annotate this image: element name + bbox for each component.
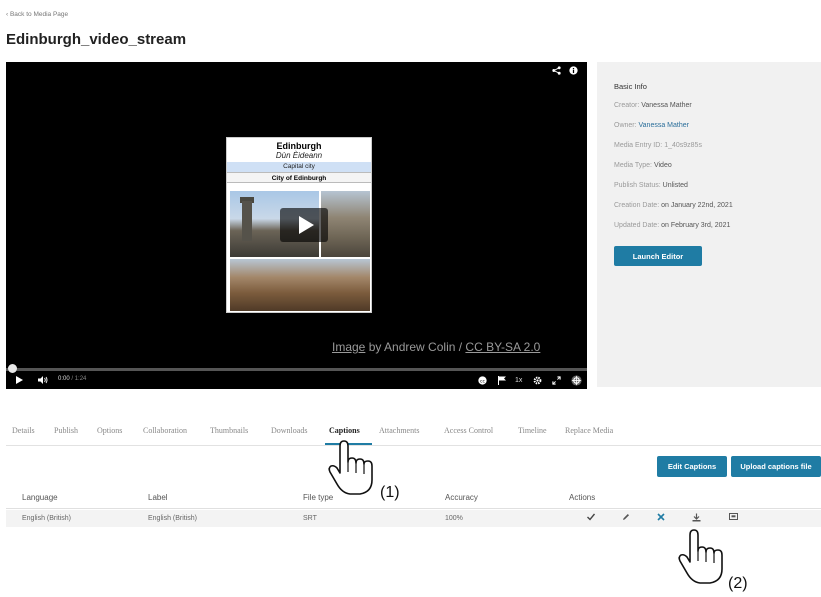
photo-old-town [230, 259, 370, 311]
attribution-text: by Andrew Colin / [365, 340, 466, 354]
owner-row: Owner: Vanessa Mather [614, 122, 689, 129]
svg-text:cc: cc [480, 379, 485, 384]
card-subtitle: Dùn Èideann [275, 151, 323, 160]
annotation-callout-2: (2) [728, 575, 748, 592]
speed-button[interactable]: 1x [515, 376, 522, 386]
kaltura-logo-icon [571, 375, 582, 389]
play-icon[interactable] [16, 376, 23, 387]
back-to-media-link[interactable]: ‹ Back to Media Page [6, 11, 68, 18]
media-type-row: Media Type: Video [614, 162, 672, 169]
settings-icon[interactable] [533, 376, 542, 388]
annotation-callout-1: (1) [380, 484, 400, 501]
image-attribution: Image by Andrew Colin / CC BY-SA 2.0 [332, 340, 540, 354]
play-icon [298, 216, 314, 234]
monument-column [242, 201, 252, 241]
download-icon[interactable] [692, 513, 701, 524]
entry-id-row: Media Entry ID: 1_40s9z85s [614, 142, 702, 149]
photo-old-college [321, 191, 370, 257]
creator-row: Creator: Vanessa Mather [614, 102, 692, 109]
attribution-image-link[interactable]: Image [332, 340, 365, 354]
approve-check-icon[interactable] [587, 513, 596, 523]
entry-id-value: 1_40s9z85s [664, 142, 702, 149]
owner-label: Owner: [614, 122, 639, 129]
tab-thumbnails[interactable]: Thumbnails [210, 426, 248, 435]
page-title: Edinburgh_video_stream [6, 31, 187, 48]
tab-captions[interactable]: Captions [329, 426, 360, 435]
time-total: / 1:24 [69, 376, 87, 382]
tab-details[interactable]: Details [12, 426, 35, 435]
updated-date-row: Updated Date: on February 3rd, 2021 [614, 222, 730, 229]
table-header-divider [6, 508, 821, 509]
tab-attachments[interactable]: Attachments [379, 426, 419, 435]
card-title: Edinburgh [276, 141, 322, 151]
share-icon[interactable] [552, 66, 561, 77]
card-caption: Capital city [227, 162, 371, 172]
publish-status-label: Publish Status: [614, 182, 663, 189]
launch-editor-button[interactable]: Launch Editor [614, 246, 702, 266]
creator-value: Vanessa Mather [641, 102, 692, 109]
cell-file-type: SRT [303, 515, 317, 522]
preview-icon[interactable] [729, 513, 738, 523]
cell-language: English (British) [22, 515, 72, 522]
media-type-value: Video [653, 162, 672, 169]
updated-date-label: Updated Date: [614, 222, 662, 229]
edit-captions-button[interactable]: Edit Captions [657, 456, 727, 477]
column-header-language: Language [22, 493, 58, 502]
upload-captions-button[interactable]: Upload captions file [731, 456, 821, 477]
tab-publish[interactable]: Publish [54, 426, 78, 435]
player-top-icons [552, 66, 578, 77]
volume-icon[interactable] [38, 376, 48, 387]
attribution-license-link[interactable]: CC BY-SA 2.0 [465, 340, 540, 354]
pointing-hand-icon [328, 440, 373, 495]
tab-collaboration[interactable]: Collaboration [143, 426, 187, 435]
player-controls: 0:00 / 1:24 cc 1x [6, 375, 587, 389]
column-header-accuracy: Accuracy [445, 493, 478, 502]
media-page: ‹ Back to Media Page Edinburgh_video_str… [0, 0, 821, 597]
cell-label: English (British) [148, 515, 198, 522]
basic-info-panel: Basic Info Creator: Vanessa Mather Owner… [597, 62, 821, 387]
tab-replace-media[interactable]: Replace Media [565, 426, 613, 435]
basic-info-heading: Basic Info [614, 82, 647, 91]
owner-link[interactable]: Vanessa Mather [639, 122, 689, 129]
edinburgh-infobox-image: Edinburgh Dùn Èideann Capital city City … [226, 137, 372, 313]
creation-date-row: Creation Date: on January 22nd, 2021 [614, 202, 733, 209]
column-header-label: Label [148, 493, 168, 502]
delete-x-icon[interactable] [657, 513, 665, 523]
tab-options[interactable]: Options [97, 426, 122, 435]
captions-icon[interactable]: cc [478, 376, 487, 388]
publish-status-value: Unlisted [662, 182, 688, 189]
tab-timeline[interactable]: Timeline [518, 426, 547, 435]
column-header-actions: Actions [569, 493, 596, 502]
tabs-divider [6, 445, 821, 446]
updated-date-value: on February 3rd, 2021 [661, 222, 731, 229]
progress-knob[interactable] [8, 364, 17, 373]
media-type-label: Media Type: [614, 162, 654, 169]
time-current: 0:00 [58, 376, 70, 382]
pointing-hand-icon [678, 529, 723, 584]
publish-status-row: Publish Status: Unlisted [614, 182, 688, 189]
progress-bar[interactable] [6, 368, 587, 371]
big-play-button[interactable] [280, 208, 328, 242]
fullscreen-icon[interactable] [552, 376, 561, 388]
flag-icon[interactable] [498, 376, 506, 388]
entry-id-label: Media Entry ID: [614, 142, 665, 149]
time-display: 0:00 / 1:24 [58, 376, 86, 382]
edit-pencil-icon[interactable] [622, 513, 630, 523]
creation-date-label: Creation Date: [614, 202, 662, 209]
tab-downloads[interactable]: Downloads [271, 426, 307, 435]
cell-accuracy: 100% [445, 515, 463, 522]
tab-access-control[interactable]: Access Control [444, 426, 493, 435]
creation-date-value: on January 22nd, 2021 [661, 202, 733, 209]
card-city-label: City of Edinburgh [227, 172, 371, 183]
info-icon[interactable] [569, 66, 578, 77]
creator-label: Creator: [614, 102, 642, 109]
video-player[interactable]: Edinburgh Dùn Èideann Capital city City … [6, 62, 587, 389]
